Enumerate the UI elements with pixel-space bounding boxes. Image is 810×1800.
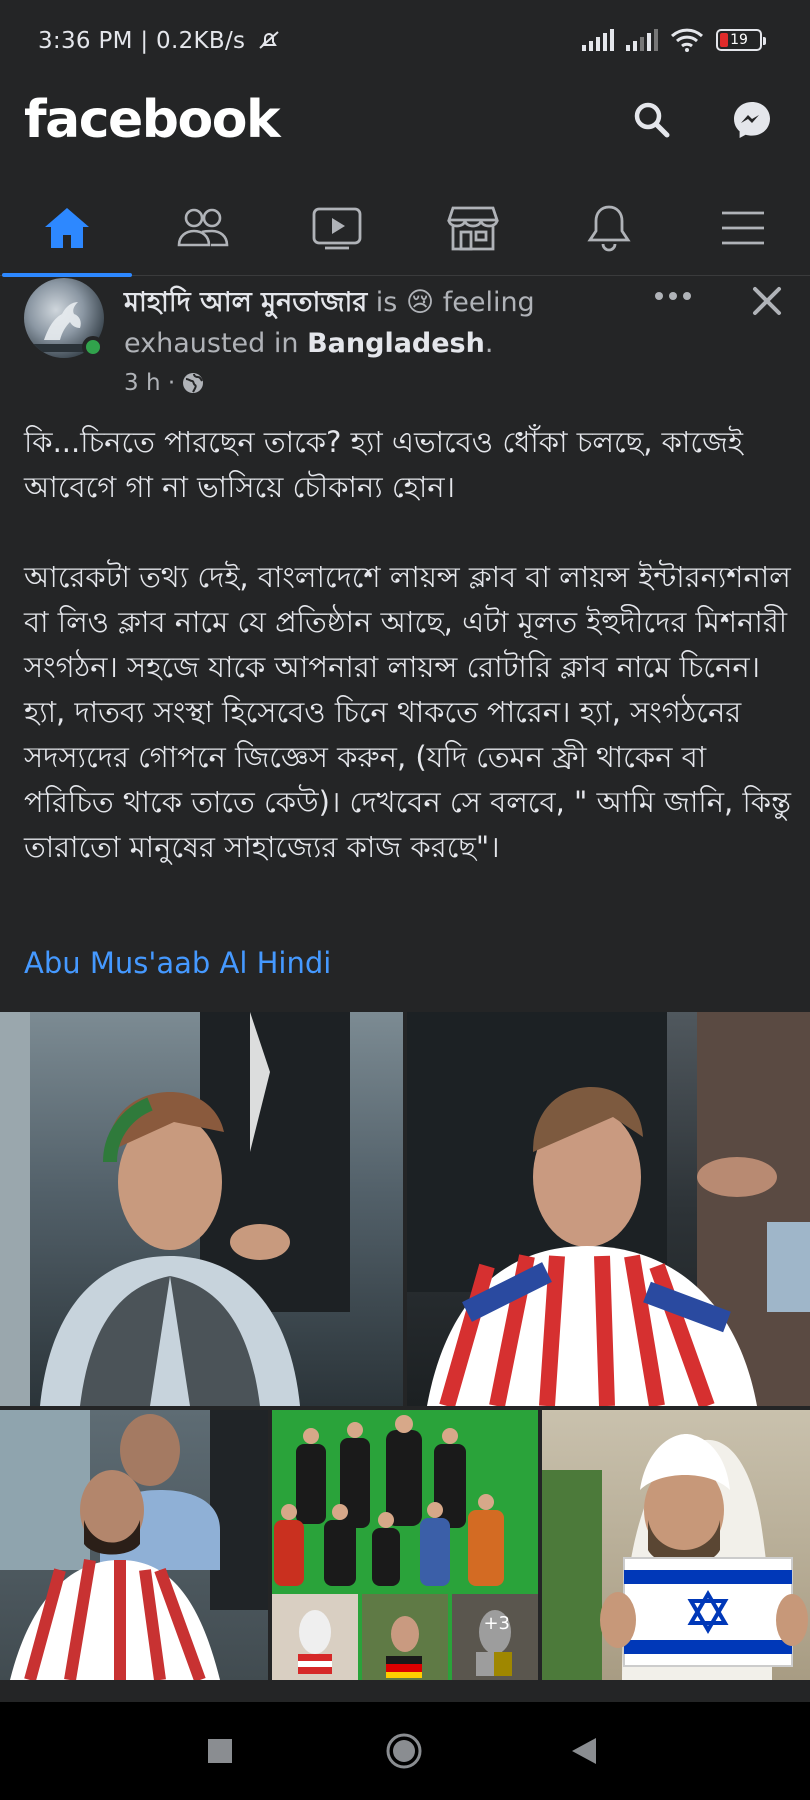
globe-icon — [183, 373, 204, 393]
mute-icon — [259, 31, 279, 49]
battery-icon: 19 — [716, 29, 766, 51]
marketplace-icon — [447, 206, 499, 251]
system-nav-bar — [0, 1702, 810, 1800]
watch-icon — [312, 207, 362, 250]
close-icon — [753, 287, 781, 315]
wifi-icon — [670, 28, 704, 52]
signal-icon-2 — [626, 29, 658, 51]
status-icons: 19 — [582, 28, 766, 52]
status-bar: 3:36 PM | 0.2KB/s 19 — [0, 0, 810, 84]
home-nav-button[interactable] — [374, 1726, 434, 1776]
notifications-icon — [587, 205, 631, 252]
post-photo-1[interactable] — [0, 1012, 403, 1406]
facebook-logo[interactable]: facebook — [24, 90, 281, 150]
photo-man-haircut — [407, 1012, 810, 1406]
location-link[interactable]: Bangladesh — [307, 328, 485, 359]
signal-icon — [582, 29, 614, 51]
search-button[interactable] — [622, 90, 682, 150]
more-photos-count: +3 — [483, 1613, 510, 1634]
tab-home[interactable] — [2, 180, 132, 277]
tab-menu[interactable] — [678, 180, 808, 276]
battery-level: 19 — [730, 32, 748, 48]
messenger-button[interactable] — [722, 90, 782, 150]
photo-clergy-collage — [272, 1410, 538, 1680]
is-text: is — [375, 287, 398, 318]
tab-bar — [0, 180, 810, 277]
more-dots-icon — [655, 292, 691, 300]
tab-watch[interactable] — [272, 180, 402, 276]
author-name[interactable]: মাহাদি আল মুনতাজার — [124, 287, 367, 318]
back-button[interactable] — [554, 1726, 614, 1776]
home-icon — [45, 208, 89, 248]
status-time: 3:36 PM | 0.2KB/s — [38, 28, 283, 54]
friends-icon — [177, 208, 229, 247]
title-period: . — [484, 328, 494, 359]
post-photo-4[interactable]: +3 — [272, 1410, 538, 1680]
square-icon — [208, 1739, 232, 1763]
hide-post-button[interactable] — [742, 276, 792, 326]
tab-friends[interactable] — [138, 180, 268, 276]
post-photo-5[interactable] — [542, 1410, 810, 1680]
post-photo-2[interactable] — [407, 1012, 810, 1406]
tagged-user-link[interactable]: Abu Mus'aab Al Hindi — [24, 946, 331, 980]
post-header: মাহাদি আল মুনতাজার is 😢 feeling exhauste… — [0, 276, 810, 406]
messenger-icon — [734, 102, 770, 138]
post-photo-3[interactable] — [0, 1410, 268, 1680]
online-status-dot — [82, 336, 104, 358]
photo-man-israel-flag — [542, 1434, 808, 1680]
recents-button[interactable] — [190, 1726, 250, 1776]
post-title: মাহাদি আল মুনতাজার is 😢 feeling exhauste… — [124, 282, 644, 364]
post-paragraph: আরেকটা তথ্য দেই, বাংলাদেশে লায়ন্স ক্লাব… — [24, 560, 792, 864]
circle-icon — [386, 1733, 422, 1769]
photo-bearded-man — [0, 1410, 268, 1680]
app-bar: facebook — [0, 84, 810, 180]
photo-man-thinking — [0, 1012, 350, 1406]
post-paragraph: কি...চিনতে পারছেন তাকে? হ্যা এভাবেও ধোঁক… — [24, 425, 744, 504]
more-options-button[interactable] — [648, 276, 698, 316]
post-time[interactable]: 3 h · — [124, 370, 175, 396]
search-icon — [634, 102, 670, 138]
menu-icon — [722, 211, 764, 245]
back-triangle-icon — [572, 1738, 596, 1764]
feeling-emoji: 😢 — [405, 287, 435, 318]
tab-notifications[interactable] — [544, 180, 674, 276]
tab-marketplace[interactable] — [408, 180, 538, 276]
post-meta: 3 h · — [124, 370, 205, 396]
post-body: কি...চিনতে পারছেন তাকে? হ্যা এভাবেও ধোঁক… — [24, 420, 794, 870]
status-time-text: 3:36 PM | 0.2KB/s — [38, 28, 246, 54]
